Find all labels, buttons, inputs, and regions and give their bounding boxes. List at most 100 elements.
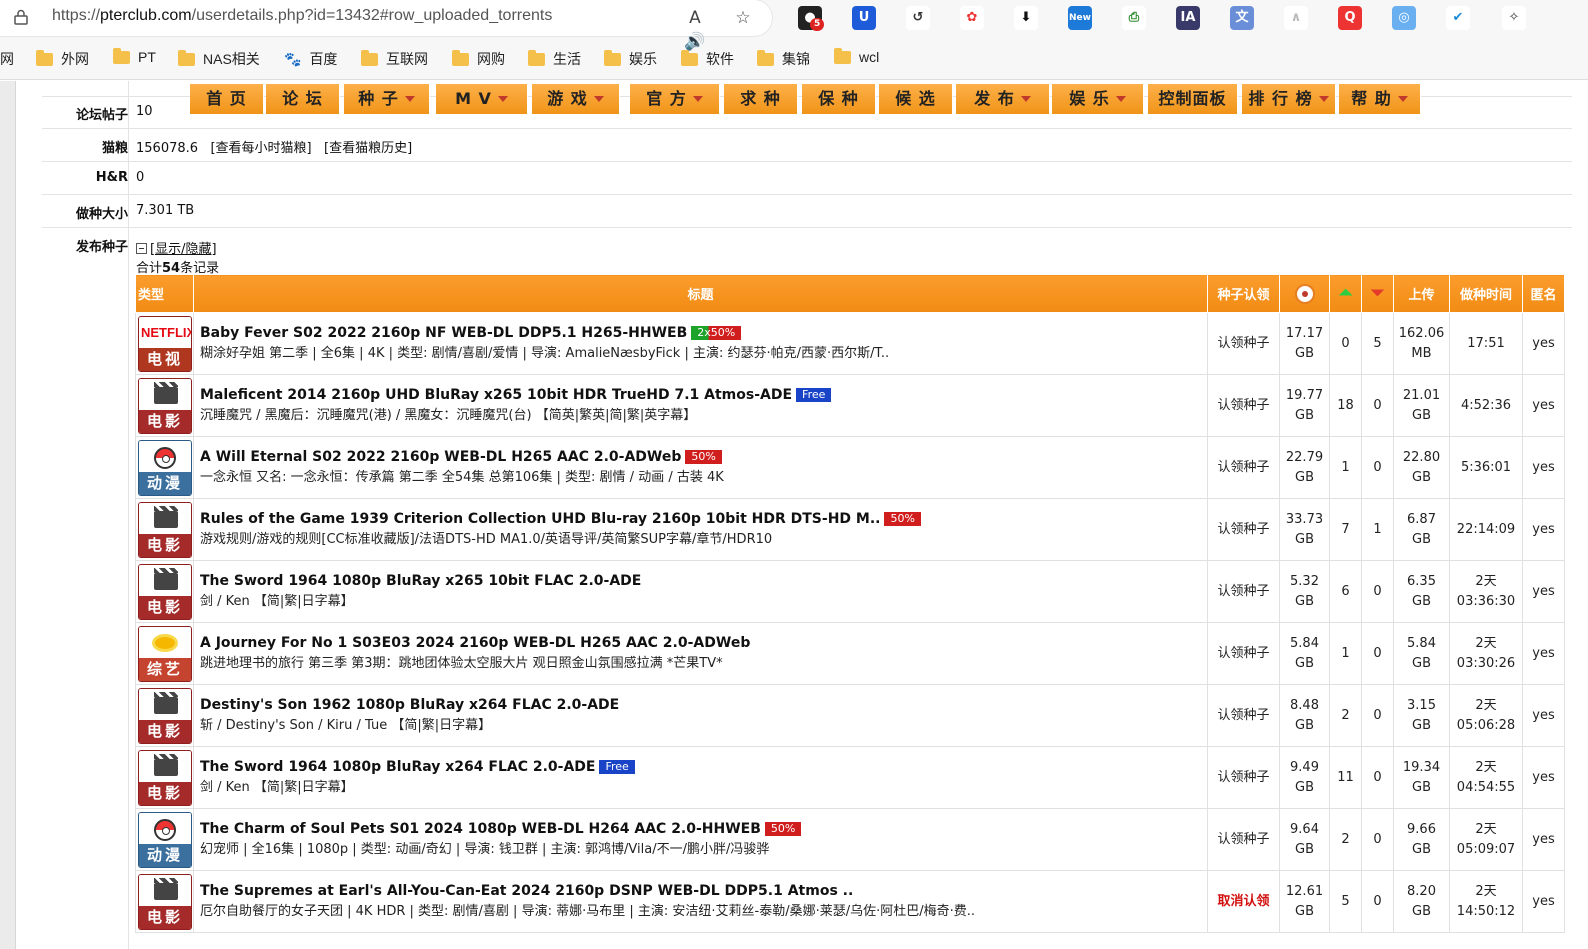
- claim-button[interactable]: 认领种子: [1217, 708, 1269, 723]
- col-claim[interactable]: 种子认领: [1207, 274, 1280, 313]
- claim-cell[interactable]: 取消认领: [1207, 870, 1280, 933]
- claim-cell[interactable]: 认领种子: [1207, 312, 1280, 375]
- torrent-title-link[interactable]: The Charm of Soul Pets S01 2024 1080p WE…: [200, 821, 761, 837]
- star-icon[interactable]: ☆: [731, 6, 755, 30]
- claim-cell[interactable]: 认领种子: [1207, 374, 1280, 437]
- read-aloud-icon[interactable]: A🔊: [683, 6, 707, 52]
- col-leechers[interactable]: ⏷: [1361, 274, 1394, 313]
- seeders-count[interactable]: 0: [1341, 336, 1349, 351]
- ia-icon[interactable]: IA: [1176, 6, 1200, 30]
- bookmark-folder[interactable]: 互联网: [361, 49, 428, 69]
- claim-cell[interactable]: 认领种子: [1207, 808, 1280, 871]
- leechers-cell[interactable]: 0: [1361, 374, 1394, 437]
- claim-cell[interactable]: 认领种子: [1207, 560, 1280, 623]
- category-cell[interactable]: 电影: [135, 684, 194, 747]
- seeders-cell[interactable]: 18: [1329, 374, 1362, 437]
- nav-official[interactable]: 官 方: [630, 84, 720, 114]
- claim-cell[interactable]: 认领种子: [1207, 622, 1280, 685]
- nav-mv[interactable]: M V: [436, 84, 528, 114]
- seeders-count[interactable]: 6: [1341, 584, 1349, 599]
- seeders-cell[interactable]: 2: [1329, 808, 1362, 871]
- seeders-cell[interactable]: 0: [1329, 312, 1362, 375]
- leechers-cell[interactable]: 0: [1361, 808, 1394, 871]
- category-badge[interactable]: 电影: [138, 687, 192, 744]
- leechers-cell[interactable]: 0: [1361, 746, 1394, 809]
- col-seed-time[interactable]: 做种时间: [1449, 274, 1523, 313]
- catfood-hourly-link[interactable]: [查看每小时猫粮]: [210, 141, 311, 156]
- category-badge[interactable]: 动漫: [138, 811, 192, 868]
- leechers-count[interactable]: 0: [1373, 398, 1381, 413]
- leechers-cell[interactable]: 0: [1361, 622, 1394, 685]
- bookmark-folder[interactable]: PT: [113, 48, 156, 65]
- search-ext-icon[interactable]: Q: [1338, 6, 1362, 30]
- new-extension-icon[interactable]: New: [1068, 6, 1092, 30]
- col-seeders[interactable]: ⏶: [1329, 274, 1362, 313]
- torrent-title-link[interactable]: Baby Fever S02 2022 2160p NF WEB-DL DDP5…: [200, 325, 687, 341]
- seeders-count[interactable]: 2: [1341, 832, 1349, 847]
- url-text[interactable]: https://pterclub.com/userdetails.php?id=…: [52, 7, 552, 25]
- extension-icon-1[interactable]: ● 5: [798, 6, 825, 31]
- claim-button[interactable]: 认领种子: [1217, 646, 1269, 661]
- color-picker-icon[interactable]: ✿: [960, 6, 984, 30]
- claim-button[interactable]: 认领种子: [1217, 460, 1269, 475]
- nav-control-panel[interactable]: 控制面板: [1148, 84, 1238, 114]
- category-cell[interactable]: 电影: [135, 870, 194, 933]
- nav-help[interactable]: 帮 助: [1339, 84, 1421, 114]
- torrent-title-link[interactable]: The Sword 1964 1080p BluRay x264 FLAC 2.…: [200, 759, 595, 775]
- bookmark-folder[interactable]: 集锦: [757, 49, 810, 69]
- download-icon[interactable]: ⬇: [1014, 6, 1038, 30]
- address-bar[interactable]: https://pterclub.com/userdetails.php?id=…: [0, 0, 772, 52]
- bookmark-folder[interactable]: 网购: [452, 49, 505, 69]
- leechers-count[interactable]: 0: [1373, 832, 1381, 847]
- leechers-count[interactable]: 1: [1373, 522, 1381, 537]
- leechers-cell[interactable]: 0: [1361, 870, 1394, 933]
- claim-button[interactable]: 认领种子: [1217, 832, 1269, 847]
- bookmark-item[interactable]: 网: [0, 49, 14, 69]
- category-cell[interactable]: NETFLIX 电视剧: [135, 312, 194, 375]
- leechers-count[interactable]: 0: [1373, 646, 1381, 661]
- leechers-count[interactable]: 0: [1373, 460, 1381, 475]
- nav-candidates[interactable]: 候 选: [879, 84, 953, 114]
- leechers-count[interactable]: 5: [1373, 336, 1381, 351]
- printer-icon[interactable]: ⎙: [1122, 6, 1146, 30]
- leechers-cell[interactable]: 0: [1361, 560, 1394, 623]
- torrent-title-link[interactable]: A Will Eternal S02 2022 2160p WEB-DL H26…: [200, 449, 681, 465]
- nav-request[interactable]: 求 种: [724, 84, 798, 114]
- leechers-cell[interactable]: 5: [1361, 312, 1394, 375]
- category-badge[interactable]: 动漫: [138, 439, 192, 496]
- screenshot-icon[interactable]: ◎: [1392, 6, 1416, 30]
- col-anonymous[interactable]: 匿名: [1522, 274, 1565, 313]
- claim-cell[interactable]: 认领种子: [1207, 684, 1280, 747]
- claim-cell[interactable]: 认领种子: [1207, 436, 1280, 499]
- leechers-count[interactable]: 0: [1373, 584, 1381, 599]
- claim-button[interactable]: 认领种子: [1217, 584, 1269, 599]
- seeders-cell[interactable]: 11: [1329, 746, 1362, 809]
- torrent-title-link[interactable]: A Journey For No 1 S03E03 2024 2160p WEB…: [200, 635, 750, 651]
- bookmark-folder[interactable]: 软件: [681, 49, 734, 69]
- claim-cell[interactable]: 认领种子: [1207, 746, 1280, 809]
- col-type[interactable]: 类型: [135, 274, 194, 313]
- torrent-title-link[interactable]: The Sword 1964 1080p BluRay x265 10bit F…: [200, 573, 641, 589]
- category-badge[interactable]: 电影: [138, 873, 192, 930]
- category-badge[interactable]: 综艺: [138, 625, 192, 682]
- ai-icon[interactable]: ∧: [1284, 6, 1308, 30]
- bitwarden-icon[interactable]: U: [852, 6, 876, 30]
- nav-torrents[interactable]: 种 子: [344, 84, 430, 114]
- category-cell[interactable]: 电影: [135, 746, 194, 809]
- category-badge[interactable]: 电影: [138, 563, 192, 620]
- seeders-cell[interactable]: 6: [1329, 560, 1362, 623]
- claim-cell[interactable]: 认领种子: [1207, 498, 1280, 561]
- toggle-visibility[interactable]: [显示/隐藏]: [136, 238, 217, 257]
- bookmark-folder[interactable]: 娱乐: [604, 49, 657, 69]
- seeders-cell[interactable]: 7: [1329, 498, 1362, 561]
- collapse-icon[interactable]: [136, 243, 147, 254]
- category-cell[interactable]: 电影: [135, 374, 194, 437]
- cancel-claim-button[interactable]: 取消认领: [1217, 894, 1269, 909]
- catfood-history-link[interactable]: [查看猫粮历史]: [324, 141, 412, 156]
- translate-icon[interactable]: 文: [1230, 6, 1254, 30]
- category-cell[interactable]: 综艺: [135, 622, 194, 685]
- bookmark-item[interactable]: 🐾 百度: [284, 49, 337, 69]
- category-cell[interactable]: 动漫: [135, 436, 194, 499]
- leechers-cell[interactable]: 1: [1361, 498, 1394, 561]
- nav-leaderboard[interactable]: 排 行 榜: [1242, 84, 1336, 114]
